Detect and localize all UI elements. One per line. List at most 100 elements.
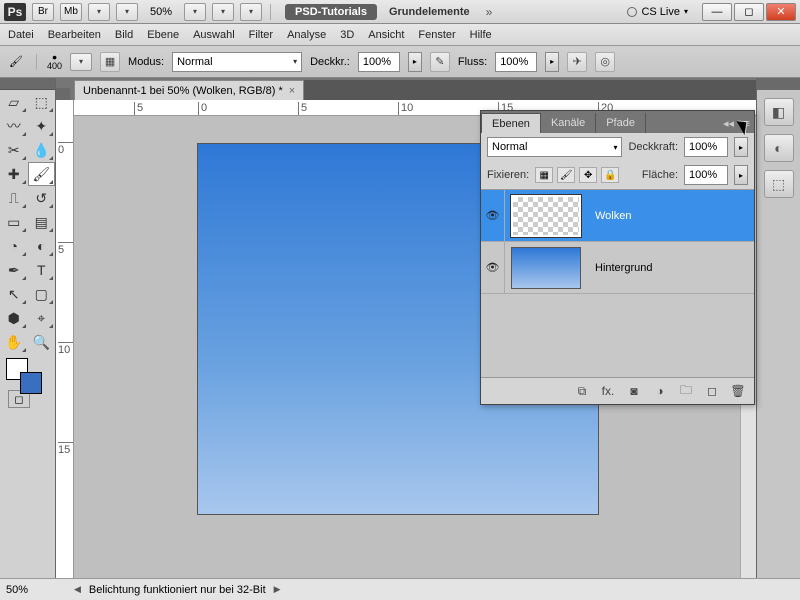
minibridge-button[interactable]: Mb <box>60 3 82 21</box>
collapse-icon[interactable]: ◂◂ <box>723 117 734 130</box>
background-color[interactable] <box>20 372 42 394</box>
layer-thumbnail[interactable] <box>511 247 581 289</box>
workspace-more[interactable]: » <box>482 5 497 19</box>
status-zoom[interactable]: 50% <box>6 584 66 596</box>
new-group-icon[interactable]: 🗀 <box>676 382 696 400</box>
menu-hilfe[interactable]: Hilfe <box>470 29 492 41</box>
lock-all-icon[interactable]: 🔒 <box>601 167 619 183</box>
pen-tool[interactable]: ✒ <box>0 258 28 282</box>
eraser-tool[interactable]: ▭ <box>0 210 28 234</box>
layer-opacity-field[interactable]: 100% <box>684 137 728 157</box>
3d-camera-tool[interactable]: ⌖ <box>28 306 56 330</box>
blend-mode-select[interactable]: Normal <box>172 52 302 72</box>
brush-panel-toggle[interactable]: ▦ <box>100 52 120 72</box>
adjustments-panel-icon[interactable]: ◐ <box>764 134 794 162</box>
marquee-tool[interactable]: ⬚ <box>28 90 56 114</box>
menu-fenster[interactable]: Fenster <box>418 29 455 41</box>
lock-position-icon[interactable]: ✥ <box>579 167 597 183</box>
stamp-tool[interactable]: ⎍ <box>0 186 28 210</box>
flow-field[interactable]: 100% <box>495 52 537 72</box>
healing-tool[interactable]: ✚ <box>0 162 28 186</box>
brush-picker[interactable] <box>70 53 92 71</box>
tab-pfade[interactable]: Pfade <box>596 113 646 133</box>
extras-dropdown[interactable] <box>240 3 262 21</box>
lock-pixels-icon[interactable]: 🖌 <box>557 167 575 183</box>
tab-kanaele[interactable]: Kanäle <box>541 113 596 133</box>
layer-blend-mode[interactable]: Normal <box>487 137 622 157</box>
brush-preview[interactable]: • 400 <box>47 53 62 71</box>
tool-preset-picker[interactable]: 🖌 <box>6 52 26 72</box>
3d-tool[interactable]: ⬢ <box>0 306 28 330</box>
flow-slider[interactable]: ▸ <box>545 52 559 72</box>
menu-analyse[interactable]: Analyse <box>287 29 326 41</box>
toolbox-handle[interactable] <box>0 78 55 90</box>
zoom-dropdown[interactable] <box>184 3 206 21</box>
ruler-vertical[interactable]: 0 5 10 15 <box>56 100 74 578</box>
menu-bearbeiten[interactable]: Bearbeiten <box>48 29 101 41</box>
layer-fill-slider[interactable]: ▸ <box>734 165 748 185</box>
minimize-button[interactable]: — <box>702 3 732 21</box>
menu-auswahl[interactable]: Auswahl <box>193 29 235 41</box>
tab-ebenen[interactable]: Ebenen <box>481 113 541 133</box>
shape-tool[interactable]: ▢ <box>28 282 56 306</box>
blur-tool[interactable]: ◔ <box>0 234 28 258</box>
layer-thumbnail[interactable] <box>511 195 581 237</box>
close-tab-icon[interactable]: × <box>289 85 295 97</box>
status-next-icon[interactable]: ▶ <box>274 584 281 595</box>
arrange-dropdown[interactable] <box>116 3 138 21</box>
visibility-toggle[interactable]: 👁 <box>481 190 505 241</box>
document-tab[interactable]: Unbenannt-1 bei 50% (Wolken, RGB/8) * × <box>74 80 304 100</box>
airbrush-icon[interactable]: ✈ <box>567 52 587 72</box>
path-select-tool[interactable]: ↖ <box>0 282 28 306</box>
dodge-tool[interactable]: ◐ <box>28 234 56 258</box>
bridge-button[interactable]: Br <box>32 3 54 21</box>
styles-panel-icon[interactable]: ⬚ <box>764 170 794 198</box>
lasso-tool[interactable]: 〰 <box>0 114 28 138</box>
layer-name[interactable]: Wolken <box>587 210 754 222</box>
layer-name[interactable]: Hintergrund <box>587 262 754 274</box>
adjustment-layer-icon[interactable]: ◑ <box>650 382 670 400</box>
layer-opacity-slider[interactable]: ▸ <box>734 137 748 157</box>
view-extras-dropdown[interactable] <box>88 3 110 21</box>
layer-fill-field[interactable]: 100% <box>684 165 728 185</box>
maximize-button[interactable]: ◻ <box>734 3 764 21</box>
screen-mode-dropdown[interactable] <box>212 3 234 21</box>
visibility-toggle[interactable]: 👁 <box>481 242 505 293</box>
menu-ebene[interactable]: Ebene <box>147 29 179 41</box>
history-brush-tool[interactable]: ↺ <box>28 186 56 210</box>
workspace-secondary[interactable]: Grundelemente <box>383 6 476 18</box>
zoom-level[interactable]: 50% <box>144 6 178 18</box>
menu-ansicht[interactable]: Ansicht <box>368 29 404 41</box>
opacity-slider[interactable]: ▸ <box>408 52 422 72</box>
link-layers-icon[interactable]: ⧉ <box>572 382 592 400</box>
menu-datei[interactable]: Datei <box>8 29 34 41</box>
hand-tool[interactable]: ✋ <box>0 330 28 354</box>
menu-filter[interactable]: Filter <box>249 29 273 41</box>
layer-row[interactable]: 👁 Hintergrund <box>481 242 754 294</box>
tabstrip-handle[interactable] <box>56 88 70 100</box>
gradient-tool[interactable]: ▤ <box>28 210 56 234</box>
color-swatches[interactable]: ◻ <box>0 354 55 398</box>
layer-mask-icon[interactable]: ◙ <box>624 382 644 400</box>
layer-row[interactable]: 👁 Wolken <box>481 190 754 242</box>
tablet-pressure-icon[interactable]: ◎ <box>595 52 615 72</box>
dock-handle[interactable] <box>757 78 800 90</box>
type-tool[interactable]: T <box>28 258 56 282</box>
move-tool[interactable]: ▱ <box>0 90 28 114</box>
layers-panel-icon[interactable]: ◧ <box>764 98 794 126</box>
cs-live[interactable]: CS Live ▾ <box>627 6 688 18</box>
zoom-tool[interactable]: 🔍 <box>28 330 56 354</box>
menu-bild[interactable]: Bild <box>115 29 133 41</box>
panel-menu-icon[interactable]: ▾≡ <box>738 117 750 130</box>
delete-layer-icon[interactable]: 🗑 <box>728 382 748 400</box>
brush-tool[interactable]: 🖌 <box>28 162 56 186</box>
new-layer-icon[interactable]: ◻ <box>702 382 722 400</box>
menu-3d[interactable]: 3D <box>340 29 354 41</box>
workspace-name[interactable]: PSD-Tutorials <box>285 4 377 20</box>
lock-transparency-icon[interactable]: ▦ <box>535 167 553 183</box>
status-prev-icon[interactable]: ◀ <box>74 584 81 595</box>
eyedropper-tool[interactable]: 💧 <box>28 138 56 162</box>
wand-tool[interactable]: ✦ <box>28 114 56 138</box>
close-button[interactable]: ✕ <box>766 3 796 21</box>
crop-tool[interactable]: ✂ <box>0 138 28 162</box>
